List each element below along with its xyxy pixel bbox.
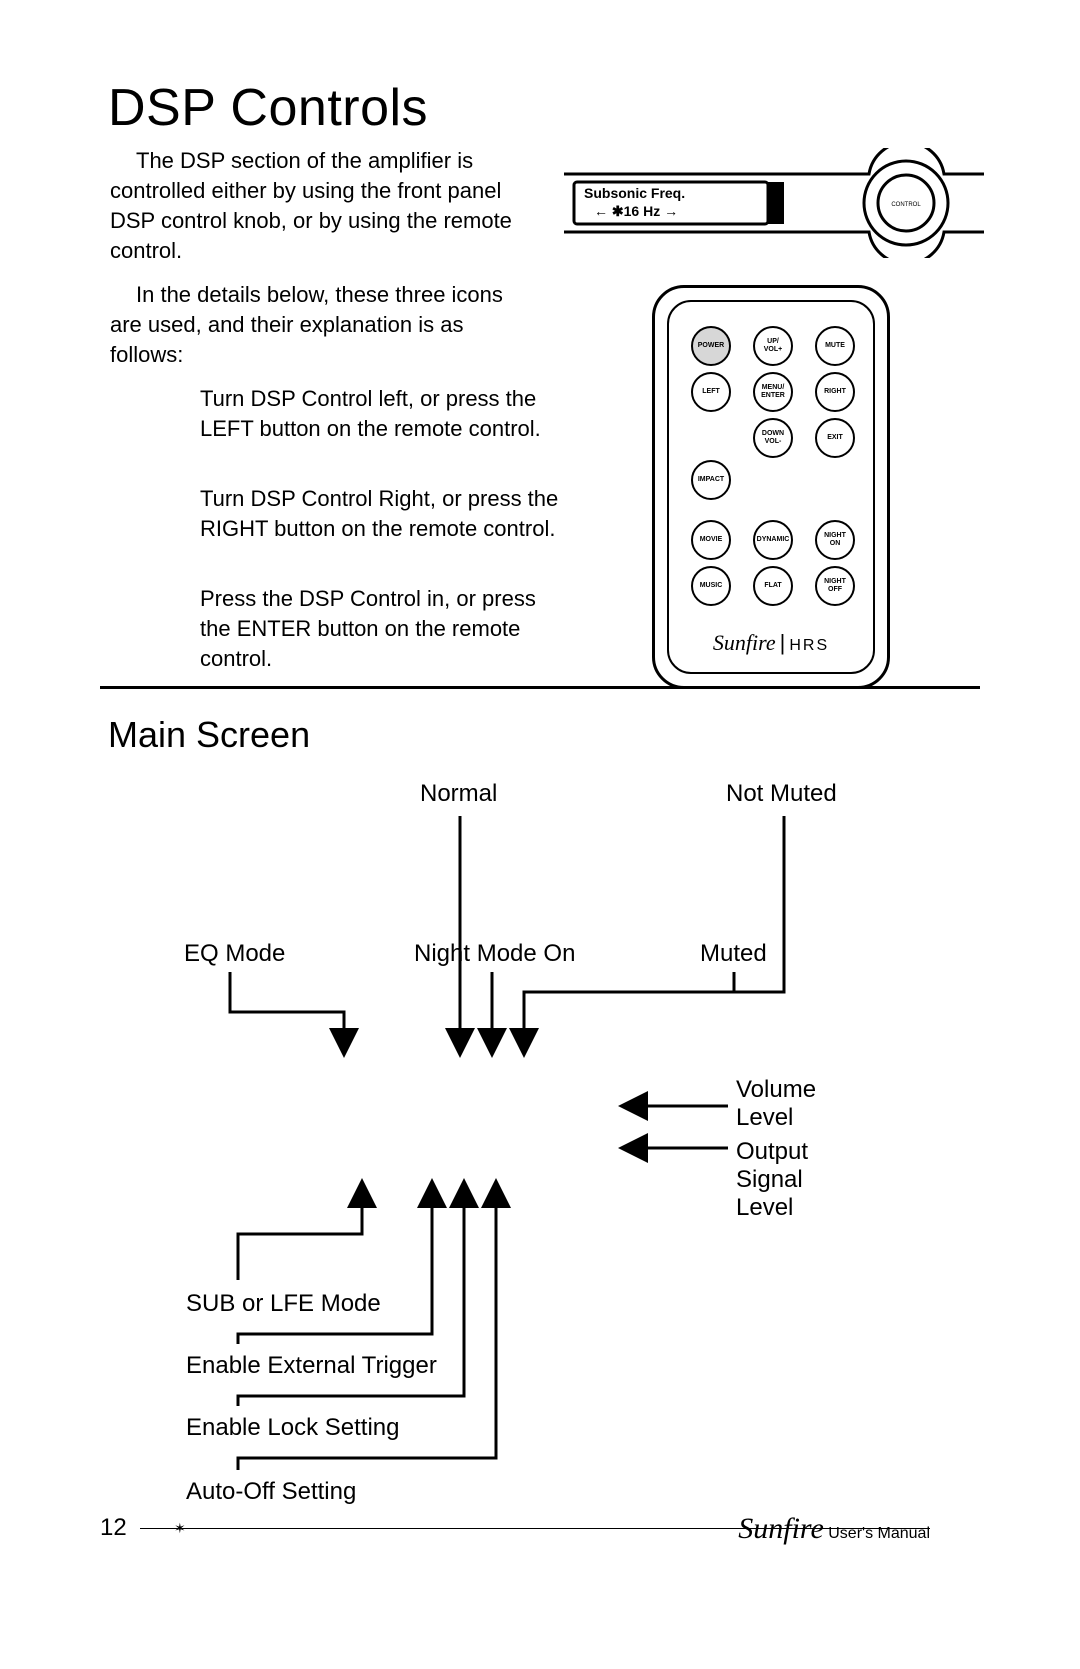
section-title-main-screen: Main Screen xyxy=(108,714,310,756)
page-title: DSP Controls xyxy=(108,78,428,138)
remote-btn-nightoff: NIGHT OFF xyxy=(815,566,855,606)
remote-btn-right: RIGHT xyxy=(815,372,855,412)
icon-desc-right: Turn DSP Control Right, or press the RIG… xyxy=(200,484,560,544)
label-not-muted: Not Muted xyxy=(726,780,837,808)
remote-btn-dynamic: DYNAMIC xyxy=(753,520,793,560)
label-night-mode-on: Night Mode On xyxy=(414,940,575,968)
remote-btn-mute: MUTE xyxy=(815,326,855,366)
icon-desc-left: Turn DSP Control left, or press the LEFT… xyxy=(200,384,560,444)
remote-btn-impact: IMPACT xyxy=(691,460,731,500)
remote-btn-up: UP/ VOL+ xyxy=(753,326,793,366)
remote-brand: Sunfire|HRS xyxy=(669,630,873,656)
fp-line2: ← ✱16 Hz → xyxy=(594,203,678,219)
remote-btn-flat: FLAT xyxy=(753,566,793,606)
label-volume-level: Volume Level xyxy=(736,1076,816,1132)
intro-para-2: In the details below, these three icons … xyxy=(110,280,540,370)
label-auto-off: Auto-Off Setting xyxy=(186,1478,356,1506)
label-sub-lfe-mode: SUB or LFE Mode xyxy=(186,1290,381,1318)
remote-btn-music: MUSIC xyxy=(691,566,731,606)
remote-btn-left: LEFT xyxy=(691,372,731,412)
label-eq-mode: EQ Mode xyxy=(184,940,285,968)
intro-para-1: The DSP section of the amplifier is cont… xyxy=(110,146,540,266)
label-enable-external-trigger: Enable External Trigger xyxy=(186,1352,437,1380)
remote-btn-nighton: NIGHT ON xyxy=(815,520,855,560)
remote-figure: POWER UP/ VOL+ MUTE LEFT MENU/ ENTER RIG… xyxy=(652,285,890,689)
label-normal: Normal xyxy=(420,780,497,808)
remote-btn-movie: MOVIE xyxy=(691,520,731,560)
label-output-signal-level: Output Signal Level xyxy=(736,1138,808,1222)
remote-btn-exit: EXIT xyxy=(815,418,855,458)
front-panel-figure: Subsonic Freq. ← ✱16 Hz → CONTROL xyxy=(564,148,984,258)
main-screen-diagram: Normal Not Muted EQ Mode Night Mode On M… xyxy=(100,780,980,1480)
remote-btn-down: DOWN VOL- xyxy=(753,418,793,458)
footer-brand: Sunfire User's Manual xyxy=(738,1512,930,1546)
knob-label: CONTROL xyxy=(891,202,921,208)
label-enable-lock-setting: Enable Lock Setting xyxy=(186,1414,399,1442)
icon-desc-enter: Press the DSP Control in, or press the E… xyxy=(200,584,560,674)
section-divider xyxy=(100,686,980,689)
label-muted: Muted xyxy=(700,940,767,968)
remote-btn-menu: MENU/ ENTER xyxy=(753,372,793,412)
page-number: 12 xyxy=(100,1514,127,1542)
remote-btn-power: POWER xyxy=(691,326,731,366)
fp-line1: Subsonic Freq. xyxy=(584,185,685,201)
